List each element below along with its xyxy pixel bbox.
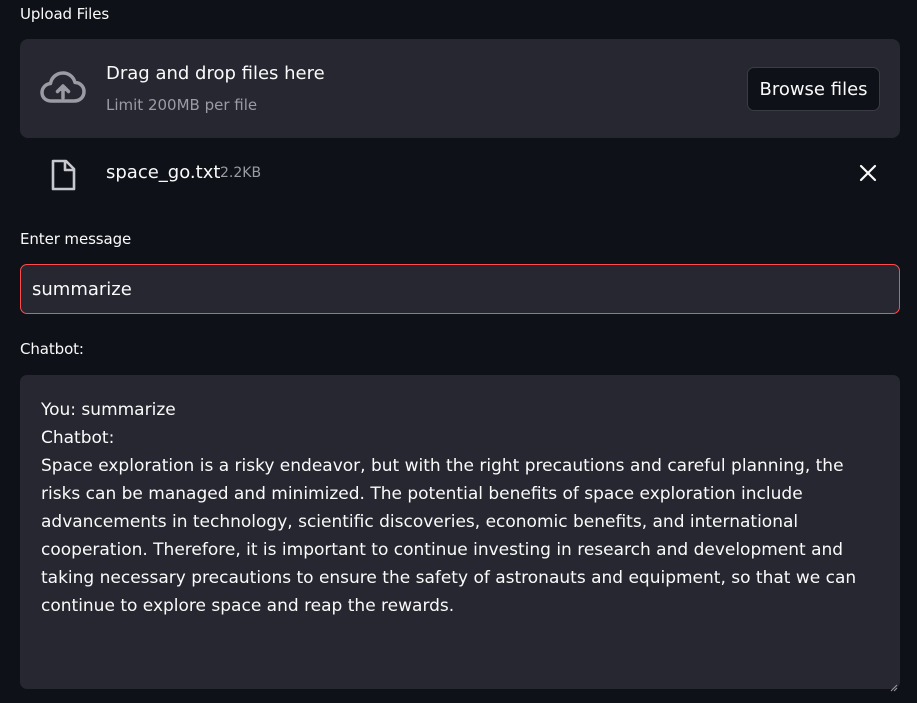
dropzone-limit: Limit 200MB per file <box>106 96 258 114</box>
dropzone-title: Drag and drop files here <box>106 63 325 84</box>
file-dropzone[interactable]: Drag and drop files here Limit 200MB per… <box>20 39 900 138</box>
chatbot-label: Chatbot: <box>20 340 84 358</box>
file-icon <box>50 159 76 191</box>
uploaded-file-row: space_go.txt 2.2KB <box>20 153 900 195</box>
close-icon <box>859 164 877 182</box>
browse-files-button[interactable]: Browse files <box>747 67 880 111</box>
app-root: Upload Files Drag and drop files here Li… <box>0 0 917 703</box>
message-label: Enter message <box>20 230 132 248</box>
chatbot-output[interactable]: You: summarize Chatbot: Space exploratio… <box>20 375 900 689</box>
remove-file-button[interactable] <box>856 161 880 185</box>
upload-label: Upload Files <box>20 5 110 23</box>
message-input[interactable] <box>20 264 900 314</box>
resize-handle[interactable] <box>888 677 898 692</box>
uploaded-file-size: 2.2KB <box>220 165 262 181</box>
uploaded-file-name: space_go.txt <box>106 162 221 183</box>
cloud-upload-icon <box>40 69 86 109</box>
